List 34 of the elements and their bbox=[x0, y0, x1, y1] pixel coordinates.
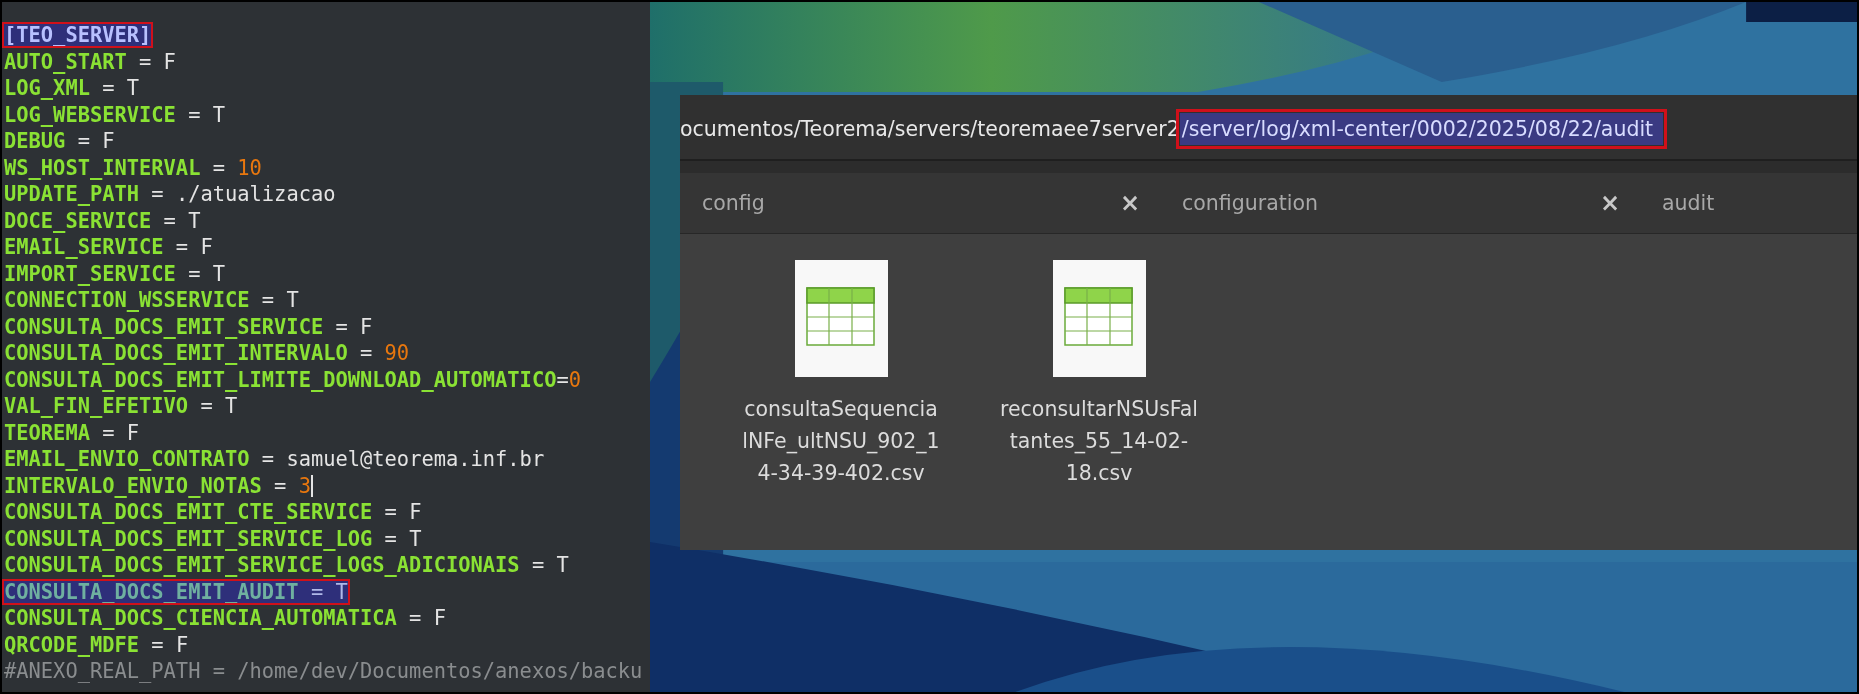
code-line: QRCODE_MDFE = F bbox=[4, 631, 189, 658]
spreadsheet-file-icon[interactable] bbox=[794, 260, 888, 377]
code-line: CONSULTA_DOCS_EMIT_INTERVALO = 90 bbox=[4, 340, 410, 367]
code-line: EMAIL_SERVICE = F bbox=[4, 234, 213, 261]
code-line: CONSULTA_DOCS_CIENCIA_AUTOMATICA = F bbox=[4, 605, 446, 632]
code-line: CONNECTION_WSSERVICE = T bbox=[4, 287, 299, 314]
path-text: ocumentos/Teorema/servers/teoremaee7server2 bbox=[680, 117, 1180, 141]
tab[interactable]: audit bbox=[1640, 173, 1857, 233]
code-line: AUTO_START = F bbox=[4, 48, 176, 75]
close-button[interactable]: × bbox=[1599, 189, 1620, 217]
code-line: EMAIL_ENVIO_CONTRATO = samuel@teorema.inf.br bbox=[4, 446, 545, 473]
file-name[interactable]: consultaSequencialNFe_ultNSU_902_14-34-39-402.csv bbox=[742, 393, 940, 489]
code-line: INTERVALO_ENVIO_NOTAS = 3 bbox=[4, 472, 311, 499]
code-line: TEOREMA = F bbox=[4, 419, 140, 446]
code-line: CONSULTA_DOCS_EMIT_SERVICE_LOGS_ADICIONAIS = T bbox=[4, 552, 569, 579]
code-line: UPDATE_PATH = ./atualizacao bbox=[4, 181, 336, 208]
code-line: CONSULTA_DOCS_EMIT_SERVICE_LOG = T bbox=[4, 525, 422, 552]
code-line: VAL_FIN_EFETIVO = T bbox=[4, 393, 238, 420]
code-line: LOG_WEBSERVICE = T bbox=[4, 101, 225, 128]
code-line: CONSULTA_DOCS_EMIT_SERVICE = F bbox=[4, 313, 373, 340]
code-line: DEBUG = F bbox=[4, 128, 115, 155]
tab[interactable]: configuration × bbox=[1160, 173, 1640, 233]
code-line: LOG_XML = T bbox=[4, 75, 140, 102]
close-button[interactable]: × bbox=[1119, 189, 1140, 217]
code-line: #ANEXO_REAL_PATH = /home/dev/Documentos/anexos/backu bbox=[4, 658, 643, 685]
spreadsheet-file-icon[interactable] bbox=[1052, 260, 1146, 377]
code-line: CONSULTA_DOCS_EMIT_CTE_SERVICE = F bbox=[4, 499, 422, 526]
file-name[interactable]: reconsultarNSUsFaltantes_55_14-02-18.csv bbox=[1000, 393, 1198, 489]
tab[interactable]: config × bbox=[680, 173, 1160, 233]
code-line: WS_HOST_INTERVAL = 10 bbox=[4, 154, 262, 181]
code-line: CONSULTA_DOCS_EMIT_LIMITE_DOWNLOAD_AUTOMATICO=0 bbox=[4, 366, 581, 393]
code-line: IMPORT_SERVICE = T bbox=[4, 260, 225, 287]
path-field[interactable]: ocumentos/Teorema/servers/teoremaee7server2/server/log/xml-center/0002/2025/08/22/audit bbox=[680, 95, 1857, 161]
code-line: DOCE_SERVICE = T bbox=[4, 207, 201, 234]
